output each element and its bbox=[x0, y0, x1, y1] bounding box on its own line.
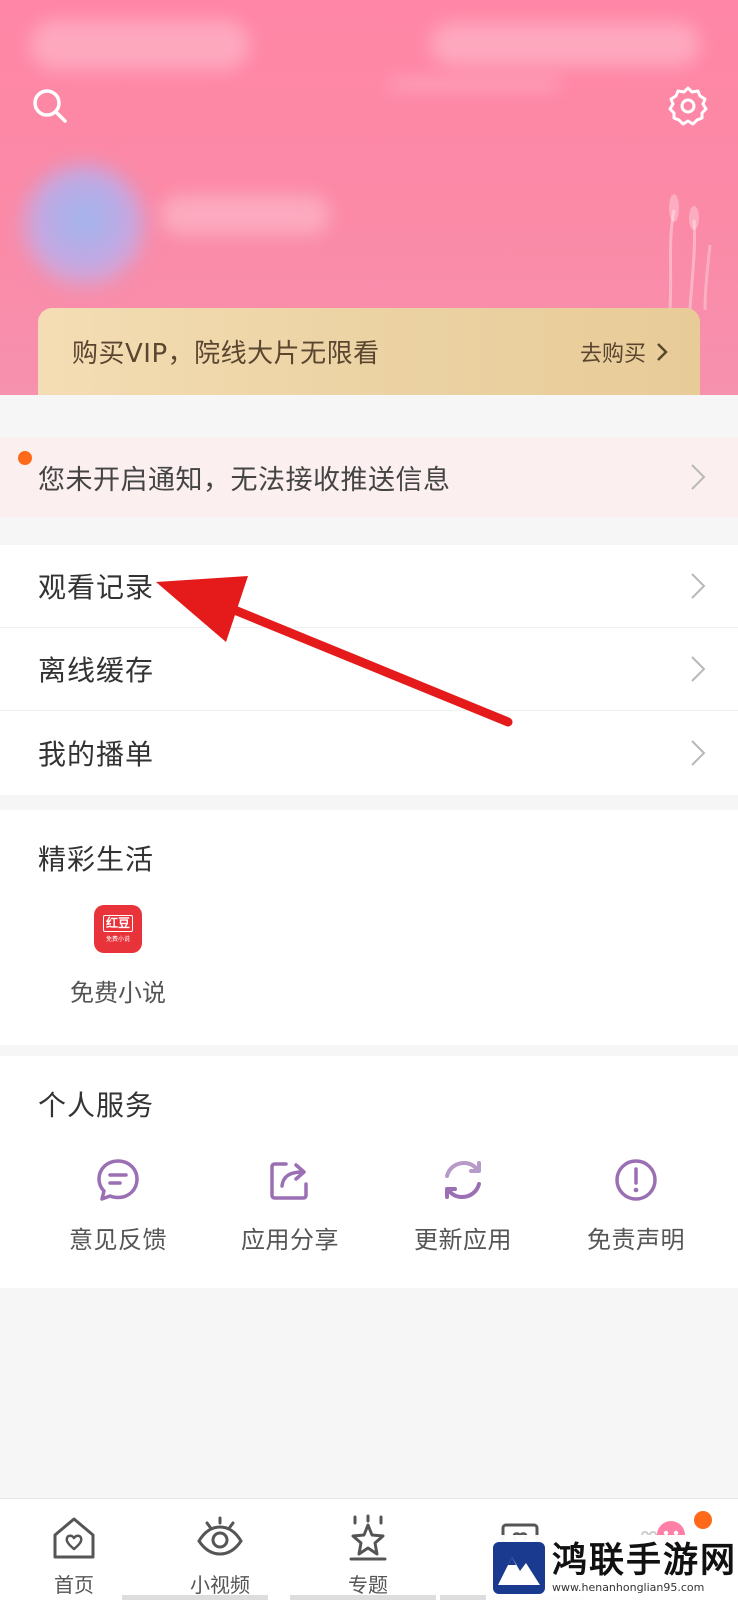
avatar[interactable] bbox=[24, 165, 144, 285]
share-icon bbox=[270, 1162, 308, 1200]
notification-text: 您未开启通知，无法接收推送信息 bbox=[38, 464, 451, 496]
service-share[interactable]: 应用分享 bbox=[210, 1156, 370, 1255]
hongdou-novel-app-icon: 红豆 免费小说 bbox=[94, 905, 142, 953]
service-update[interactable]: 更新应用 bbox=[383, 1156, 543, 1255]
nav-tab-home[interactable]: 首页 bbox=[24, 1513, 124, 1598]
app-label: 免费小说 bbox=[70, 979, 166, 1007]
watermark-logo-icon bbox=[493, 1541, 545, 1594]
menu-item-label: 离线缓存 bbox=[38, 654, 155, 687]
nav-tab-short-video[interactable]: 小视频 bbox=[170, 1513, 270, 1598]
menu-item-my-playlist[interactable]: 我的播单 bbox=[0, 711, 738, 794]
unread-dot bbox=[18, 451, 32, 465]
app-free-novel[interactable]: 红豆 免费小说 免费小说 bbox=[58, 905, 178, 1008]
chevron-right-icon bbox=[691, 464, 706, 490]
unread-dot bbox=[694, 1511, 712, 1529]
home-icon bbox=[53, 1517, 95, 1559]
watermark-title: 鸿联手游网 bbox=[552, 1540, 738, 1581]
menu-item-watch-history[interactable]: 观看记录 bbox=[0, 545, 738, 628]
menu-item-label: 观看记录 bbox=[38, 571, 155, 604]
profile-header: 购买VIP，院线大片无限看 去购买 bbox=[0, 0, 738, 395]
search-button[interactable] bbox=[26, 82, 74, 130]
app-icon-subtext: 免费小说 bbox=[105, 936, 130, 943]
service-label: 应用分享 bbox=[241, 1226, 339, 1254]
vip-banner[interactable]: 购买VIP，院线大片无限看 去购买 bbox=[38, 308, 700, 395]
blurred-status-right bbox=[430, 22, 700, 66]
service-feedback[interactable]: 意见反馈 bbox=[38, 1156, 198, 1255]
menu-item-offline-cache[interactable]: 离线缓存 bbox=[0, 628, 738, 711]
nav-label: 小视频 bbox=[190, 1573, 250, 1597]
search-icon bbox=[33, 89, 67, 123]
nav-label: 专题 bbox=[348, 1573, 388, 1597]
vip-buy-label: 去购买 bbox=[579, 341, 646, 367]
section-title: 个人服务 bbox=[38, 1089, 155, 1122]
chevron-right-icon bbox=[691, 573, 706, 599]
blurred-bar bbox=[390, 80, 560, 88]
star-icon bbox=[349, 1514, 387, 1561]
update-icon bbox=[445, 1160, 481, 1200]
chevron-right-icon bbox=[691, 656, 706, 682]
section-personal-service: 个人服务 意见反馈 应用分享 更新应用 免责声明 bbox=[0, 1056, 738, 1288]
notification-prompt[interactable]: 您未开启通知，无法接收推送信息 bbox=[0, 437, 738, 517]
section-wonderful-life: 精彩生活 红豆 免费小说 免费小说 bbox=[0, 810, 738, 1045]
section-title: 精彩生活 bbox=[38, 843, 155, 876]
vip-buy-button[interactable]: 去购买 bbox=[580, 336, 668, 368]
watermark-url: www.henanhonglian95.com bbox=[552, 1581, 705, 1594]
disclaimer-icon bbox=[615, 1159, 657, 1201]
service-label: 意见反馈 bbox=[69, 1226, 167, 1254]
blurred-status-left bbox=[30, 20, 250, 70]
vip-promo-text: 购买VIP，院线大片无限看 bbox=[72, 339, 380, 369]
decoration-grass-icon bbox=[668, 194, 712, 310]
gear-icon bbox=[668, 86, 708, 126]
service-label: 免责声明 bbox=[587, 1226, 685, 1254]
feedback-icon bbox=[97, 1159, 139, 1201]
nav-label: 首页 bbox=[54, 1573, 94, 1597]
settings-button[interactable] bbox=[664, 82, 712, 130]
site-watermark: 鸿联手游网 www.henanhonglian95.com bbox=[486, 1535, 738, 1600]
divider bbox=[122, 1595, 268, 1600]
chevron-right-icon bbox=[691, 739, 706, 766]
eye-icon bbox=[197, 1516, 243, 1556]
menu-list: 观看记录 离线缓存 我的播单 bbox=[0, 545, 738, 795]
username-blurred[interactable] bbox=[160, 195, 330, 235]
chevron-right-icon bbox=[657, 342, 668, 361]
service-label: 更新应用 bbox=[414, 1226, 512, 1254]
nav-tab-topics[interactable]: 专题 bbox=[318, 1513, 418, 1598]
app-icon-text: 红豆 bbox=[102, 915, 133, 932]
service-disclaimer[interactable]: 免责声明 bbox=[556, 1156, 716, 1255]
menu-item-label: 我的播单 bbox=[38, 737, 155, 771]
divider bbox=[290, 1595, 436, 1600]
